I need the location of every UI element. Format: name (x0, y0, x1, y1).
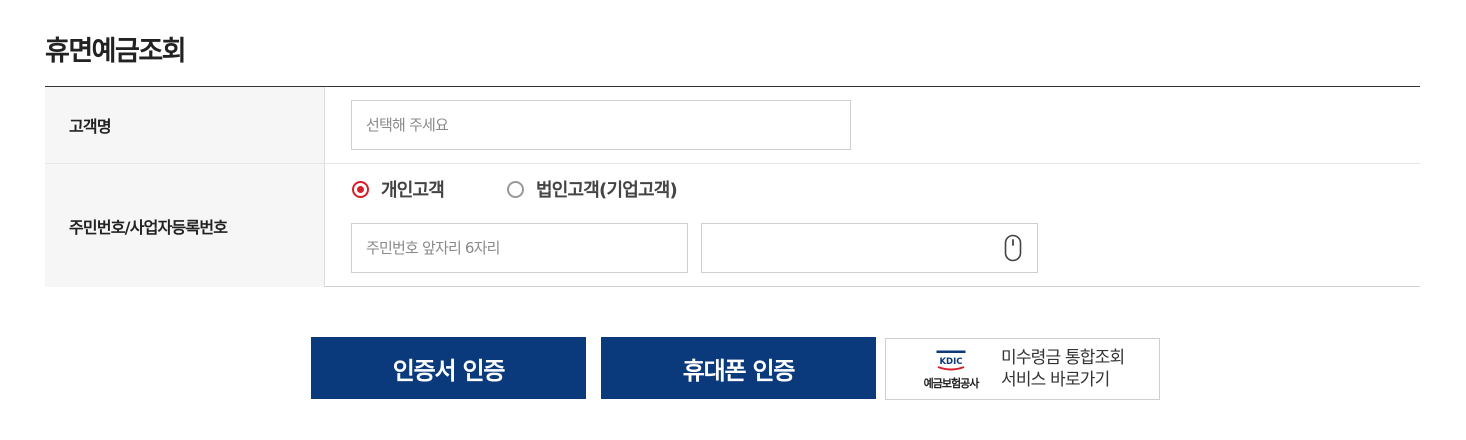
radio-corporate-label[interactable]: 법인고객(기업고객) (536, 176, 678, 202)
customer-name-label-cell: 고객명 (45, 87, 325, 163)
radio-corporate[interactable]: 법인고객(기업고객) (507, 176, 678, 202)
radio-individual-label[interactable]: 개인고객 (381, 176, 445, 202)
radio-individual-circle[interactable] (352, 180, 369, 198)
radio-individual[interactable]: 개인고객 (352, 176, 445, 202)
id-number-label: 주민번호/사업자등록번호 (69, 217, 228, 237)
id-front-input[interactable] (351, 223, 688, 273)
kdic-link-text: 미수령금 통합조회 서비스 바로가기 (1001, 347, 1125, 391)
phone-auth-button[interactable]: 휴대폰 인증 (601, 337, 876, 399)
id-number-label-cell: 주민번호/사업자등록번호 (45, 164, 325, 287)
id-number-row: 주민번호/사업자등록번호 개인고객 법인고객(기업고객) (45, 164, 1420, 287)
certificate-auth-button[interactable]: 인증서 인증 (311, 337, 586, 399)
kdic-abbr: KDIC (939, 357, 962, 367)
id-back-input[interactable] (701, 223, 1038, 273)
customer-name-label: 고객명 (69, 117, 112, 136)
radio-corporate-circle[interactable] (507, 180, 524, 198)
id-back-wrapper (701, 223, 1038, 273)
kdic-link-line1: 미수령금 통합조회 (1001, 348, 1125, 368)
kdic-emblem-icon: KDIC (936, 350, 966, 371)
kdic-logo-name: 예금보험공사 (923, 377, 980, 390)
kdic-link-line2: 서비스 바로가기 (1001, 370, 1110, 390)
mouse-icon[interactable] (1004, 234, 1022, 262)
page-title: 휴면예금조회 (45, 36, 187, 67)
kdic-unclaimed-service-link[interactable]: KDIC 예금보험공사 미수령금 통합조회 서비스 바로가기 (885, 338, 1160, 400)
kdic-logo: KDIC 예금보험공사 (915, 350, 987, 390)
inquiry-form-table: 고객명 주민번호/사업자등록번호 개인고객 법인고객(기업고객) (45, 86, 1420, 287)
customer-name-row: 고객명 (45, 87, 1420, 164)
customer-name-input[interactable] (351, 100, 851, 150)
